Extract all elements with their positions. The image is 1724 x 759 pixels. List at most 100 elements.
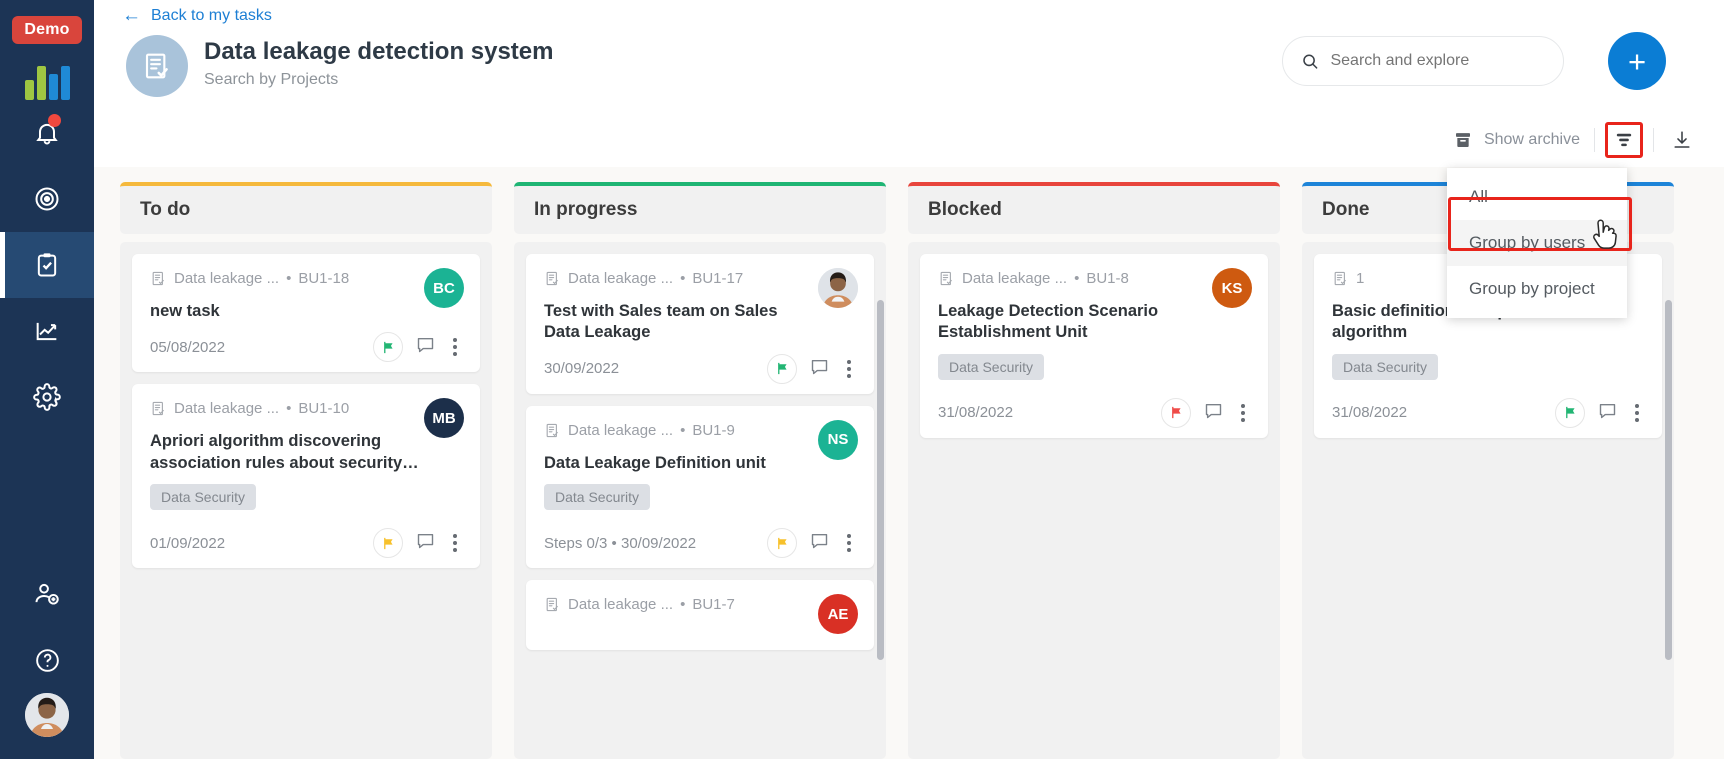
toolbar-divider-1 (1594, 127, 1595, 152)
task-card[interactable]: Data leakage ... • BU1-17 Test with Sales t… (526, 254, 874, 394)
archive-icon (1455, 132, 1470, 147)
card-footer-icons (1555, 397, 1644, 428)
card-project: Data leakage ... (568, 270, 674, 287)
card-assignee-avatar[interactable]: AE (818, 594, 858, 635)
column-body: Data leakage ... • BU1-17 Test with Sales t… (514, 242, 886, 759)
dropdown-item[interactable]: Group by project (1447, 266, 1627, 312)
card-menu-button[interactable] (842, 359, 856, 378)
card-tag[interactable]: Data Security (150, 484, 257, 511)
priority-flag-button[interactable] (1161, 397, 1191, 428)
sidebar-item-notifications[interactable] (0, 100, 94, 166)
back-link-label: Back to my tasks (151, 6, 272, 24)
card-due-date: 05/08/2022 (150, 338, 226, 356)
kebab-dot (453, 541, 457, 546)
kebab-dot (1241, 410, 1245, 415)
card-assignee-avatar[interactable]: BC (424, 268, 464, 308)
sidebar-item-help[interactable] (0, 627, 94, 693)
card-due-date: 31/08/2022 (938, 404, 1014, 422)
column-scrollbar[interactable] (1665, 300, 1672, 660)
comment-button[interactable] (809, 530, 830, 556)
add-button[interactable]: + (1608, 32, 1666, 90)
kebab-dot (847, 359, 851, 364)
flag-icon (383, 341, 393, 354)
card-assignee-avatar[interactable]: NS (818, 419, 858, 460)
meta-separator: • (680, 421, 686, 439)
card-title: Data Leakage Definition unit (544, 453, 766, 472)
meta-separator: • (1074, 270, 1080, 287)
sidebar-item-reports[interactable] (0, 298, 94, 364)
export-button[interactable] (1664, 122, 1700, 158)
comment-button[interactable] (415, 530, 436, 556)
task-card[interactable]: Data leakage ... • BU1-18 new task 05/08/202… (132, 254, 480, 373)
comment-button[interactable] (809, 356, 830, 382)
kanban-column: In progress Data leakage ... • BU1-17 Test w… (514, 182, 886, 759)
filter-button[interactable] (1605, 121, 1643, 158)
kebab-dot (847, 541, 851, 546)
card-code: BU1-17 (692, 270, 744, 287)
search-box[interactable] (1282, 36, 1564, 86)
flag-icon (1171, 407, 1181, 419)
column-title: In progress (534, 199, 638, 220)
sidebar-item-settings[interactable] (0, 364, 94, 430)
card-menu-button[interactable] (1630, 403, 1644, 422)
priority-flag-button[interactable] (767, 528, 797, 559)
avatar-initials: KS (1221, 279, 1243, 297)
footer-separator: • (607, 534, 621, 552)
priority-flag-button[interactable] (373, 332, 403, 363)
kebab-dot (453, 352, 457, 357)
show-archive-button[interactable]: Show archive (1453, 130, 1594, 150)
card-footer: 05/08/2022 (150, 332, 462, 363)
comment-button[interactable] (415, 334, 436, 360)
card-date: 31/08/2022 (938, 404, 1013, 421)
app-logo-icon[interactable] (24, 66, 70, 100)
back-to-my-tasks-link[interactable]: ← Back to my tasks (122, 6, 272, 25)
search-input[interactable] (1330, 52, 1545, 70)
task-card[interactable]: Data leakage ... • BU1-9 Data Leakage Defin… (526, 405, 874, 569)
card-tag[interactable]: Data Security (938, 353, 1045, 380)
task-card[interactable]: Data leakage ... • BU1-7 AE (526, 580, 874, 651)
sidebar-item-tasks[interactable] (0, 232, 94, 298)
sidebar-item-invite[interactable] (0, 561, 94, 627)
card-menu-button[interactable] (448, 338, 462, 357)
kebab-dot (847, 548, 851, 553)
card-menu-button[interactable] (842, 534, 856, 553)
card-tag[interactable]: Data Security (1332, 353, 1439, 380)
kebab-dot (1635, 417, 1639, 422)
card-tag[interactable]: Data Security (544, 484, 651, 511)
card-footer: 30/09/2022 (544, 353, 856, 384)
filter-icon (1616, 133, 1632, 146)
card-project: Data leakage ... (174, 400, 280, 418)
sidebar-item-focus[interactable] (0, 166, 94, 232)
comment-icon (811, 359, 828, 375)
task-card[interactable]: Data leakage ... • BU1-10 Apriori algorithm… (132, 384, 480, 569)
user-avatar[interactable] (25, 693, 69, 737)
comment-button[interactable] (1203, 400, 1224, 426)
kebab-dot (1241, 403, 1245, 408)
card-menu-button[interactable] (448, 534, 462, 553)
priority-flag-button[interactable] (1555, 397, 1585, 428)
priority-flag-button[interactable] (767, 353, 797, 384)
comment-button[interactable] (1597, 400, 1618, 426)
column-scrollbar[interactable] (877, 300, 884, 660)
page-subtitle: Search by Projects (204, 71, 339, 88)
dropdown-item[interactable]: All (1447, 174, 1627, 220)
comment-icon (1205, 403, 1222, 419)
kebab-dot (1241, 417, 1245, 422)
card-menu-button[interactable] (1236, 403, 1250, 422)
kebab-dot (453, 345, 457, 350)
avatar-initials: AE (827, 605, 849, 623)
notification-badge (48, 114, 61, 127)
card-footer-icons (373, 332, 462, 363)
card-code: BU1-18 (298, 270, 350, 287)
clipboard-check-icon (37, 253, 57, 277)
card-meta: Data leakage ... • BU1-8 (938, 270, 1250, 287)
kebab-dot (453, 548, 457, 553)
card-assignee-avatar[interactable] (818, 268, 858, 308)
card-footer: 31/08/2022 (938, 397, 1250, 428)
card-assignee-avatar[interactable]: KS (1212, 268, 1252, 308)
flag-icon (777, 363, 787, 375)
card-meta: Data leakage ... • BU1-17 (544, 270, 856, 287)
checklist-icon (145, 53, 168, 79)
priority-flag-button[interactable] (373, 528, 403, 559)
task-card[interactable]: Data leakage ... • BU1-8 Leakage Detection … (920, 254, 1268, 438)
